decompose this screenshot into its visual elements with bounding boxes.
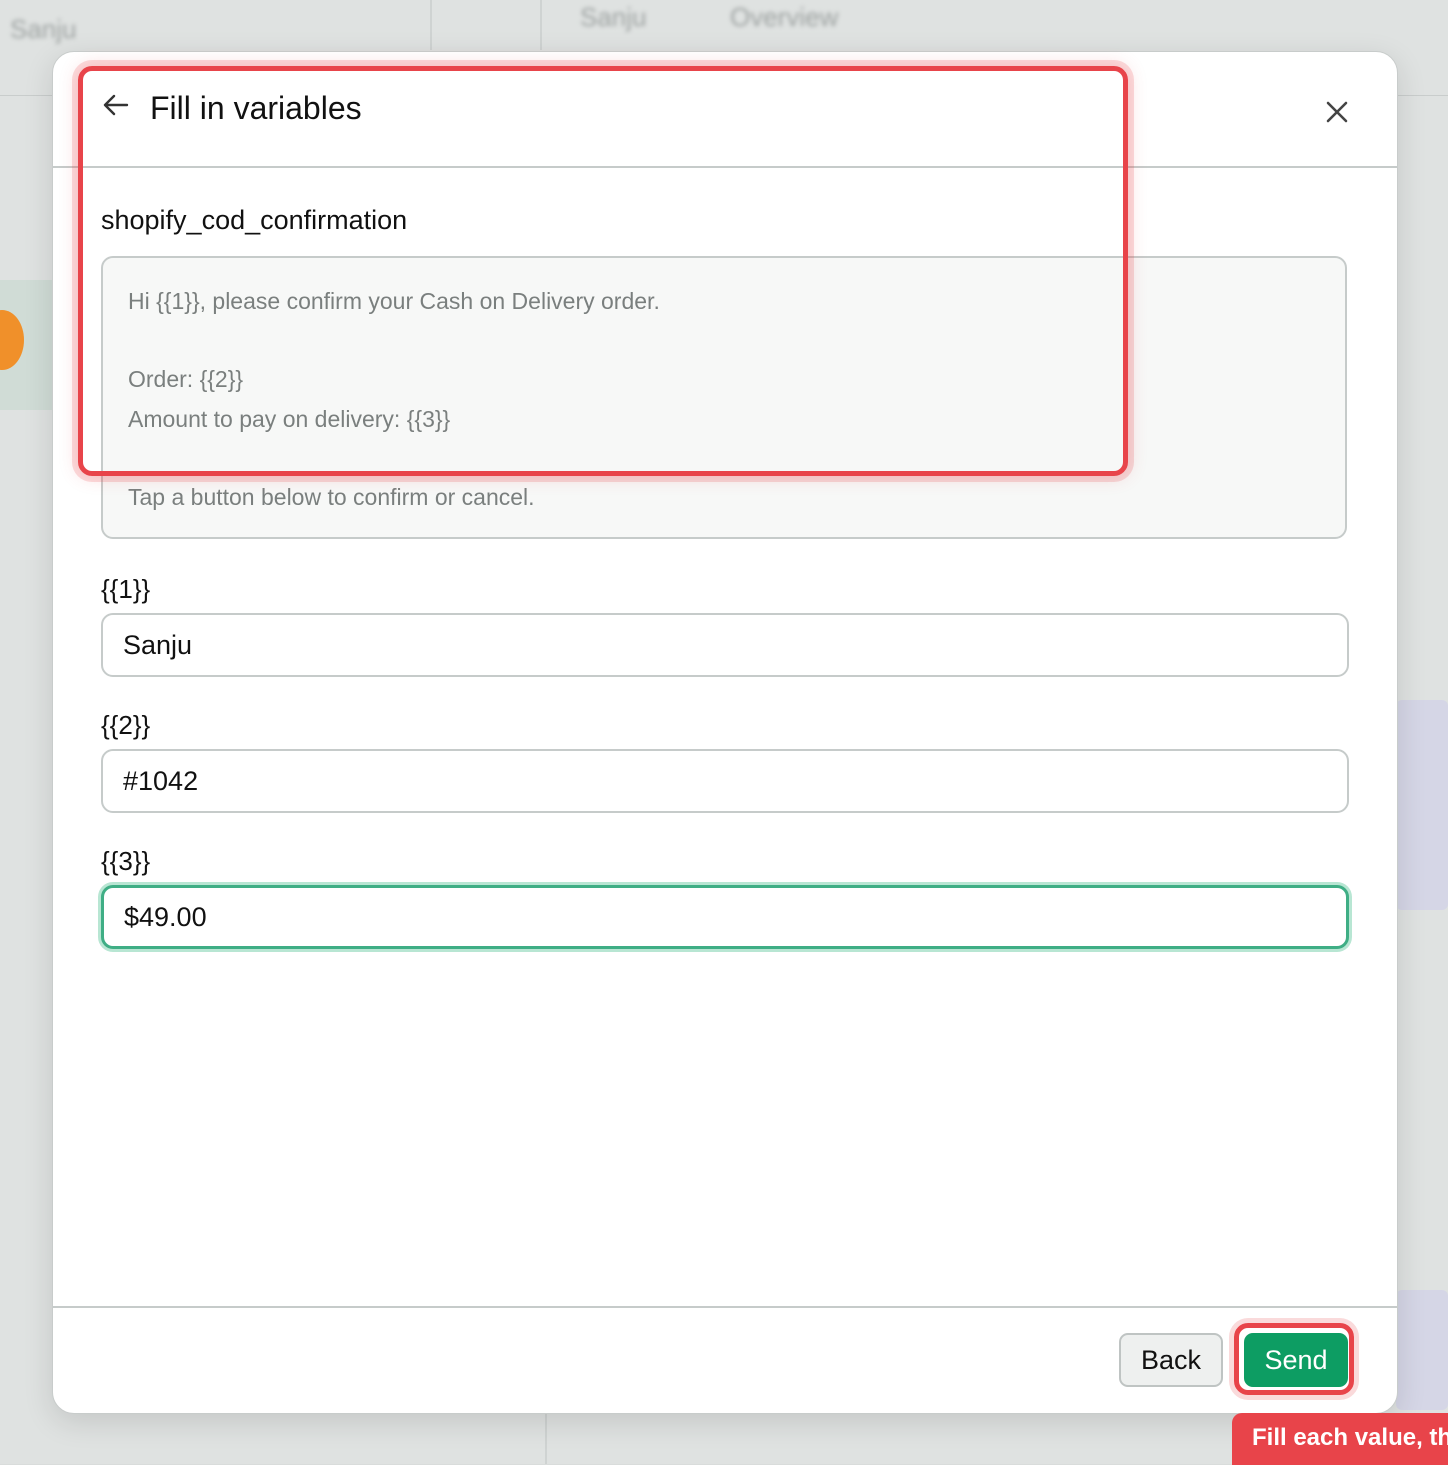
fill-variables-dialog: Fill in variables shopify_cod_confirmati… [52,51,1398,1414]
variable-3-input[interactable] [101,885,1349,949]
send-button[interactable]: Send [1244,1333,1348,1387]
background-message-card [1396,1290,1448,1410]
background-breadcrumb: Sanju [10,14,77,44]
dialog-footer-divider [53,1306,1397,1308]
back-button[interactable]: Back [1119,1333,1223,1387]
background-message-card [1396,700,1448,910]
variable-2-input[interactable] [101,749,1349,813]
preview-line: Amount to pay on delivery: {{3}} [128,406,451,432]
variable-1-label: {{1}} [101,574,151,604]
dialog-header: Fill in variables [53,52,1397,168]
preview-line: Hi {{1}}, please confirm your Cash on De… [128,288,660,314]
background-divider [545,1410,547,1464]
background-divider [430,0,432,50]
hint-tooltip: Fill each value, then [1232,1413,1448,1465]
preview-line: Order: {{2}} [128,366,244,392]
variable-1-input[interactable] [101,613,1349,677]
template-preview: Hi {{1}}, please confirm your Cash on De… [101,256,1347,539]
background-tab: Sanju [580,2,647,32]
background-tab-2: Overview [730,2,839,32]
template-name: shopify_cod_confirmation [101,205,408,235]
variable-2-label: {{2}} [101,710,151,740]
close-icon[interactable] [1323,98,1351,126]
variable-3-label: {{3}} [101,846,151,876]
back-arrow-icon[interactable] [101,90,131,120]
dialog-title: Fill in variables [150,90,362,126]
background-divider [540,0,542,50]
preview-line: Tap a button below to confirm or cancel. [128,484,535,510]
